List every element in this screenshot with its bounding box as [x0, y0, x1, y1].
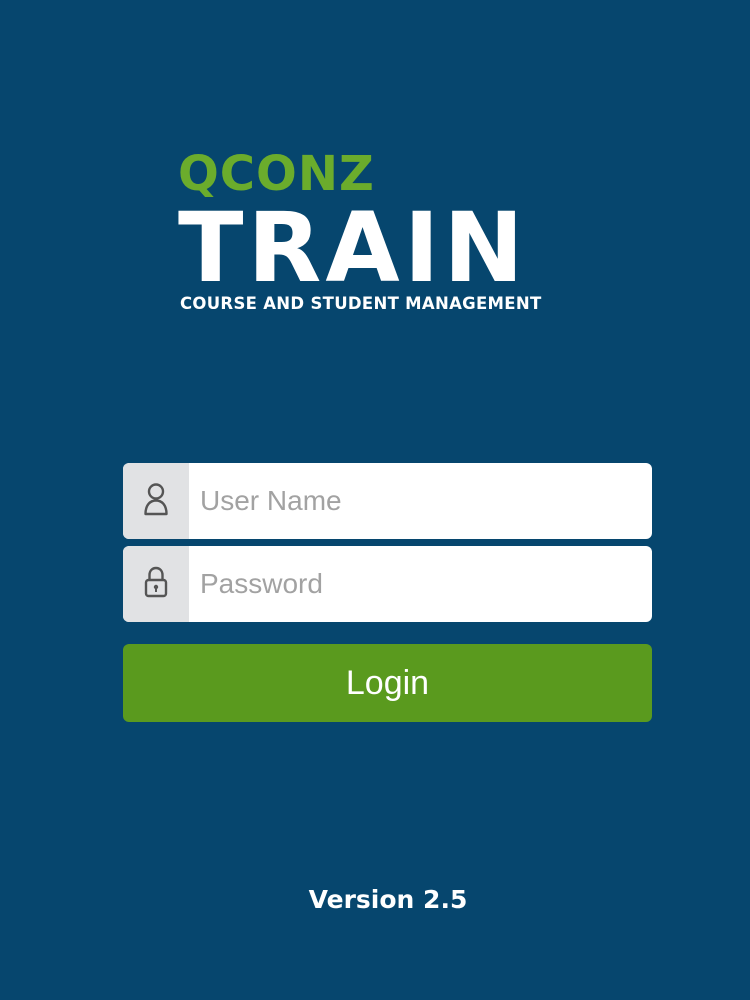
password-addon	[123, 546, 189, 622]
lock-icon	[143, 565, 169, 604]
user-icon	[143, 482, 169, 521]
version-label: Version 2.5	[308, 885, 468, 914]
password-field	[123, 546, 652, 622]
login-button[interactable]: Login	[123, 644, 652, 722]
logo-product-name: TRAIN	[178, 192, 528, 304]
password-input[interactable]	[189, 546, 652, 622]
username-addon	[123, 463, 189, 539]
logo-tagline: COURSE AND STUDENT MANAGEMENT	[180, 294, 542, 313]
username-input[interactable]	[189, 463, 652, 539]
username-field	[123, 463, 652, 539]
